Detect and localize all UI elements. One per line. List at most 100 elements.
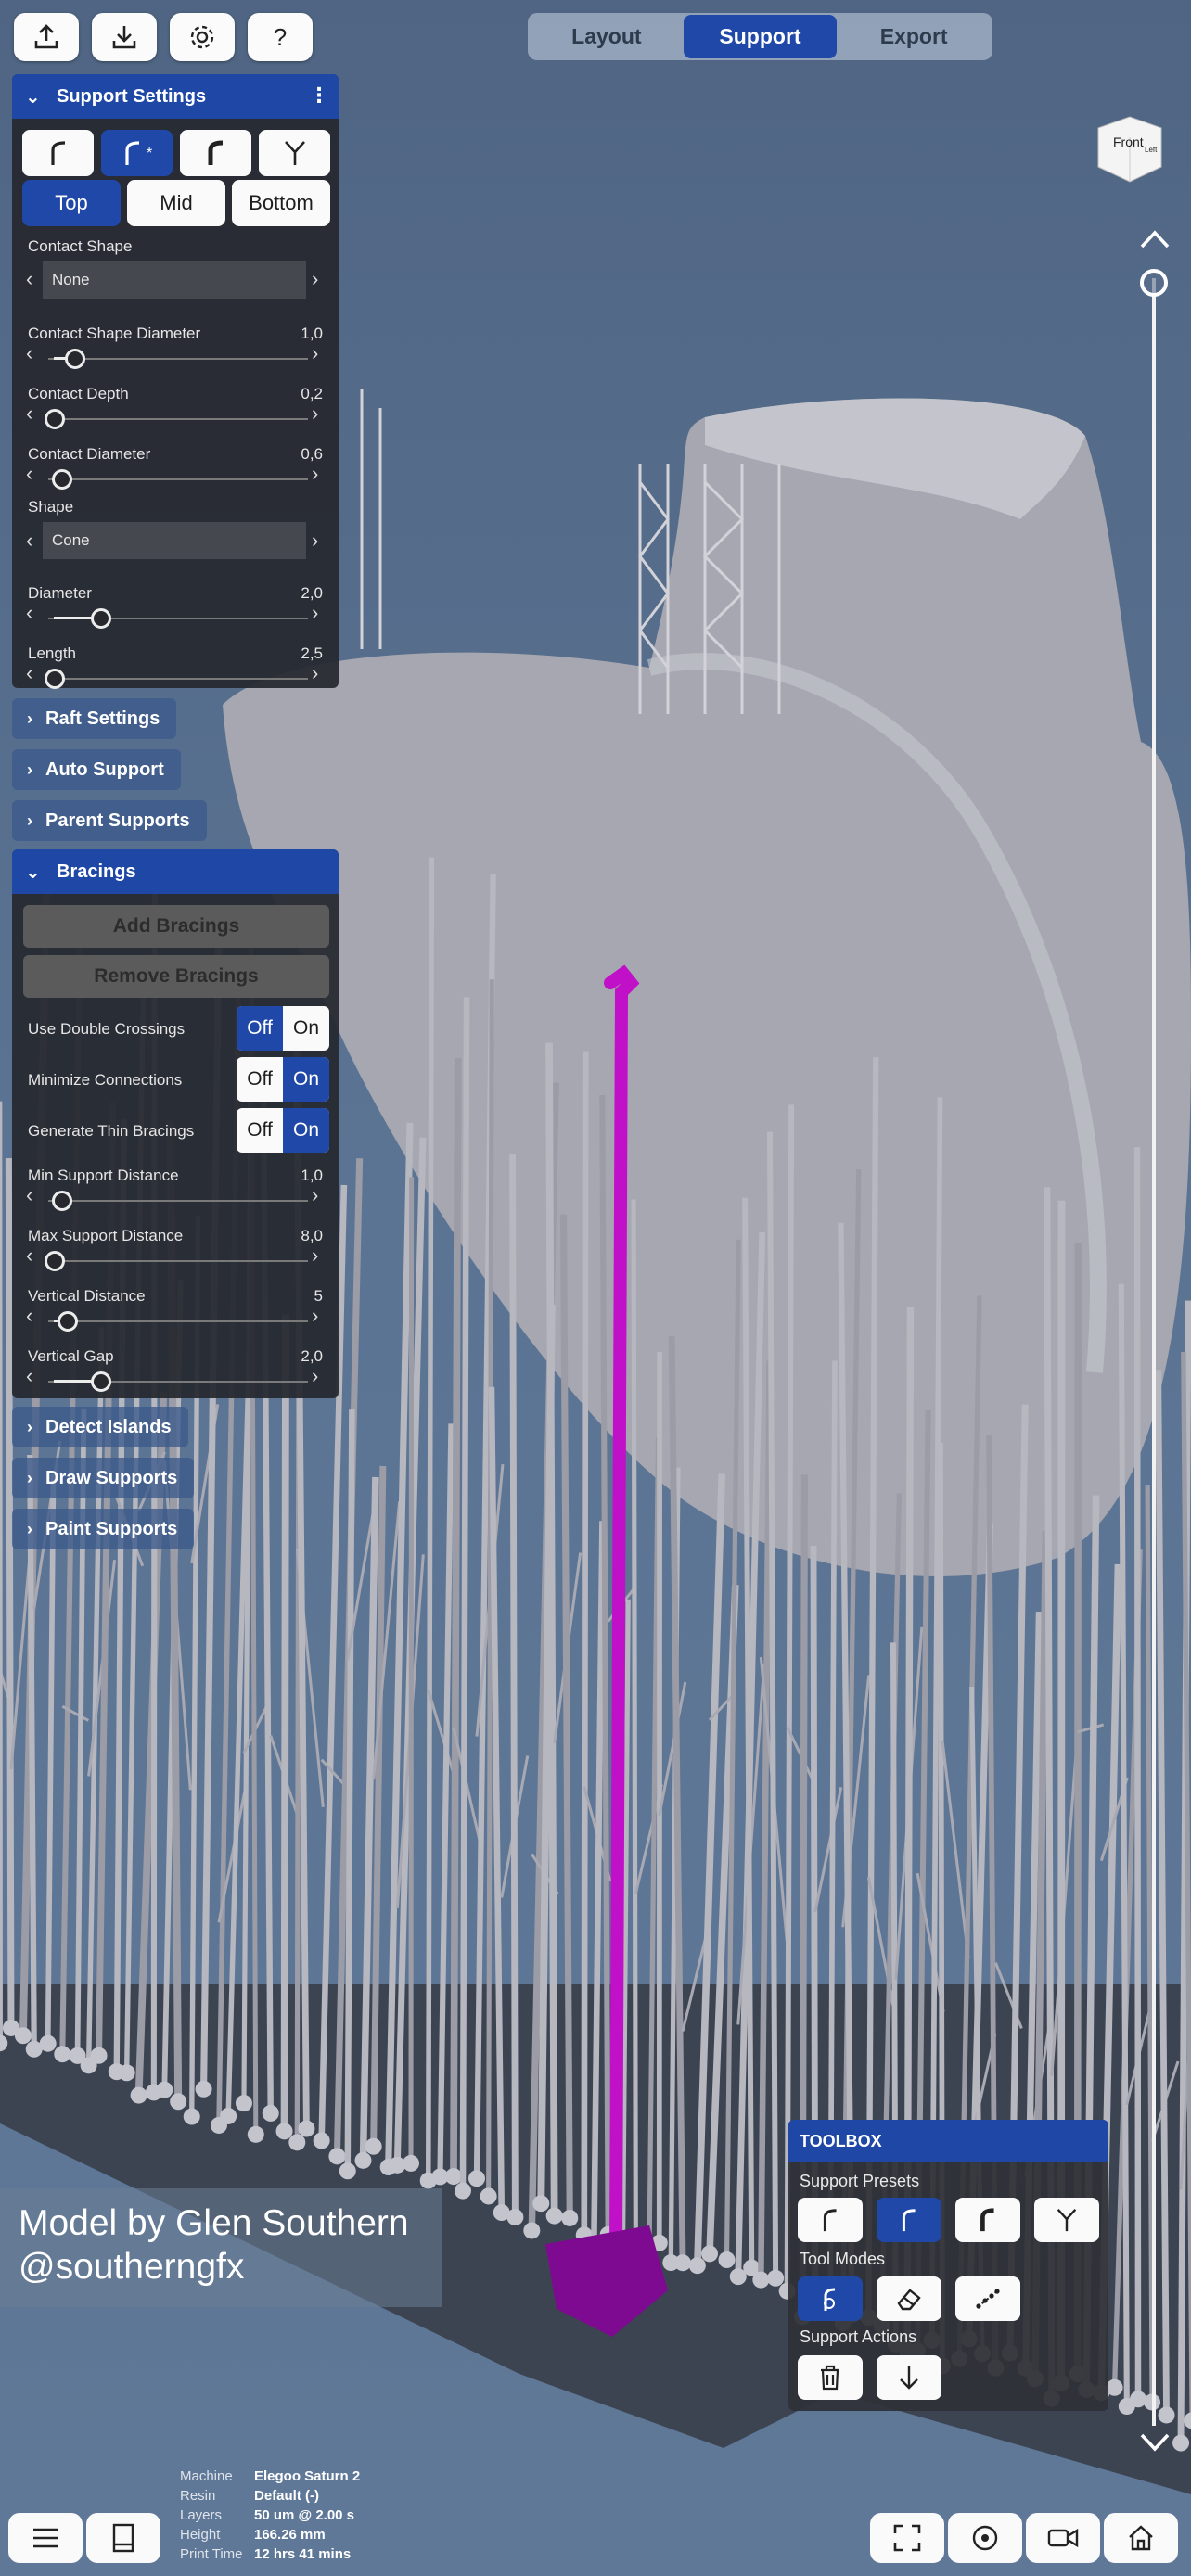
support-foot (403, 2154, 420, 2172)
segment-mid[interactable]: Mid (127, 180, 225, 226)
chevron-left-icon[interactable]: ‹ (26, 1364, 32, 1388)
toggle-on[interactable]: On (283, 1108, 329, 1153)
tool-mode-add[interactable] (798, 2276, 863, 2321)
layer-slider-knob[interactable] (1140, 269, 1168, 297)
contact-shape-prev-arrow[interactable]: ‹ (26, 267, 32, 291)
slider-knob[interactable] (45, 1251, 65, 1271)
chevron-left-icon[interactable]: ‹ (26, 402, 32, 426)
chevron-right-icon[interactable]: › (312, 1183, 318, 1207)
chevron-right-icon: › (27, 810, 32, 830)
printer-icon (112, 2523, 134, 2553)
download-button[interactable] (92, 13, 157, 61)
chevron-right-icon[interactable]: › (312, 1304, 318, 1328)
shape-selector[interactable]: Cone (43, 522, 306, 559)
layer-down-chevron-icon[interactable] (1139, 2431, 1171, 2454)
parent-supports-section[interactable]: › Parent Supports (12, 800, 207, 841)
segment-top[interactable]: Top (22, 180, 121, 226)
shape-next-arrow[interactable]: › (312, 529, 318, 553)
add-bracings-button[interactable]: Add Bracings (23, 905, 329, 948)
chevron-left-icon[interactable]: ‹ (26, 661, 32, 685)
slider-knob[interactable] (45, 409, 65, 429)
shape-prev-arrow[interactable]: ‹ (26, 529, 32, 553)
toolbox-preset-1[interactable] (798, 2198, 863, 2242)
detect-islands-section[interactable]: › Detect Islands (12, 1407, 188, 1447)
drop-supports-button[interactable] (877, 2355, 941, 2400)
thin-bracings-label: Generate Thin Bracings (28, 1122, 195, 1140)
chevron-right-icon[interactable]: › (312, 1243, 318, 1268)
chevron-right-icon[interactable]: › (312, 1364, 318, 1388)
upload-button[interactable] (14, 13, 79, 61)
support-preset-2[interactable]: * (101, 130, 173, 176)
chevron-left-icon[interactable]: ‹ (26, 1183, 32, 1207)
draw-supports-title: Draw Supports (45, 1467, 178, 1488)
arrow-down-icon (900, 2366, 918, 2390)
minimize-connections-toggle[interactable]: Off On (237, 1057, 329, 1102)
upload-icon (34, 24, 58, 49)
toggle-on[interactable]: On (283, 1006, 329, 1051)
segment-bottom[interactable]: Bottom (232, 180, 330, 226)
auto-support-section[interactable]: › Auto Support (12, 749, 181, 790)
layer-slider-track[interactable] (1152, 278, 1156, 2426)
toolbox-preset-2[interactable] (877, 2198, 941, 2242)
menu-button[interactable] (8, 2513, 83, 2563)
chevron-right-icon[interactable]: › (312, 402, 318, 426)
paint-supports-section[interactable]: › Paint Supports (12, 1509, 195, 1549)
chevron-right-icon[interactable]: › (312, 661, 318, 685)
chevron-left-icon[interactable]: ‹ (26, 1304, 32, 1328)
settings-button[interactable] (170, 13, 235, 61)
fit-view-button[interactable] (870, 2513, 944, 2563)
thin-bracings-toggle[interactable]: Off On (237, 1108, 329, 1153)
raft-settings-section[interactable]: › Raft Settings (12, 698, 177, 739)
toggle-on[interactable]: On (283, 1057, 329, 1102)
paint-supports-title: Paint Supports (45, 1518, 178, 1539)
chevron-down-icon: ⌄ (25, 86, 41, 108)
double-crossings-toggle[interactable]: Off On (237, 1006, 329, 1051)
support-foot (523, 2222, 541, 2239)
chevron-left-icon[interactable]: ‹ (26, 601, 32, 625)
chevron-left-icon[interactable]: ‹ (26, 1243, 32, 1268)
chevron-right-icon[interactable]: › (312, 341, 318, 365)
chevron-right-icon[interactable]: › (312, 601, 318, 625)
help-button[interactable]: ? (248, 13, 313, 61)
orbit-button[interactable] (948, 2513, 1022, 2563)
more-options-icon[interactable]: ⋮ (309, 83, 329, 108)
toggle-off[interactable]: Off (237, 1057, 283, 1102)
chevron-right-icon[interactable]: › (312, 462, 318, 486)
chevron-left-icon[interactable]: ‹ (26, 462, 32, 486)
delete-supports-button[interactable] (798, 2355, 863, 2400)
draw-supports-section[interactable]: › Draw Supports (12, 1458, 195, 1498)
toolbox-preset-4[interactable] (1034, 2198, 1099, 2242)
support-settings-header[interactable]: ⌄ Support Settings ⋮ (12, 74, 339, 119)
support-foot (220, 2107, 237, 2124)
tab-support[interactable]: Support (683, 15, 838, 58)
bracings-header[interactable]: ⌄ Bracings (12, 849, 339, 894)
support-preset-row: * (22, 130, 330, 176)
slider-track (48, 1200, 308, 1202)
toggle-off[interactable]: Off (237, 1108, 283, 1153)
tool-mode-erase[interactable] (877, 2276, 941, 2321)
home-button[interactable] (1104, 2513, 1178, 2563)
tab-export[interactable]: Export (837, 15, 991, 58)
raft-settings-title: Raft Settings (45, 708, 160, 729)
chevron-left-icon[interactable]: ‹ (26, 341, 32, 365)
slider-knob[interactable] (45, 669, 65, 689)
support-preset-1[interactable] (22, 130, 94, 176)
camera-button[interactable] (1026, 2513, 1100, 2563)
remove-bracings-button[interactable]: Remove Bracings (23, 955, 329, 998)
toolbox-preset-3[interactable] (955, 2198, 1020, 2242)
support-actions-label: Support Actions (800, 2327, 917, 2346)
toggle-off[interactable]: Off (237, 1006, 283, 1051)
support-preset-4[interactable] (259, 130, 330, 176)
contact-shape-selector[interactable]: None (43, 261, 306, 299)
slider-value: 8,0 (301, 1227, 323, 1244)
view-cube[interactable]: Front Left (1093, 115, 1165, 184)
slider-knob[interactable] (58, 1311, 78, 1332)
layer-up-chevron-icon[interactable] (1139, 228, 1171, 250)
tool-mode-line[interactable] (955, 2276, 1020, 2321)
contact-shape-next-arrow[interactable]: › (312, 267, 318, 291)
tab-layout[interactable]: Layout (530, 15, 684, 58)
support-preset-3-icon (208, 140, 223, 165)
support-preset-3[interactable] (180, 130, 251, 176)
printer-button[interactable] (86, 2513, 160, 2563)
gear-icon (190, 25, 214, 49)
